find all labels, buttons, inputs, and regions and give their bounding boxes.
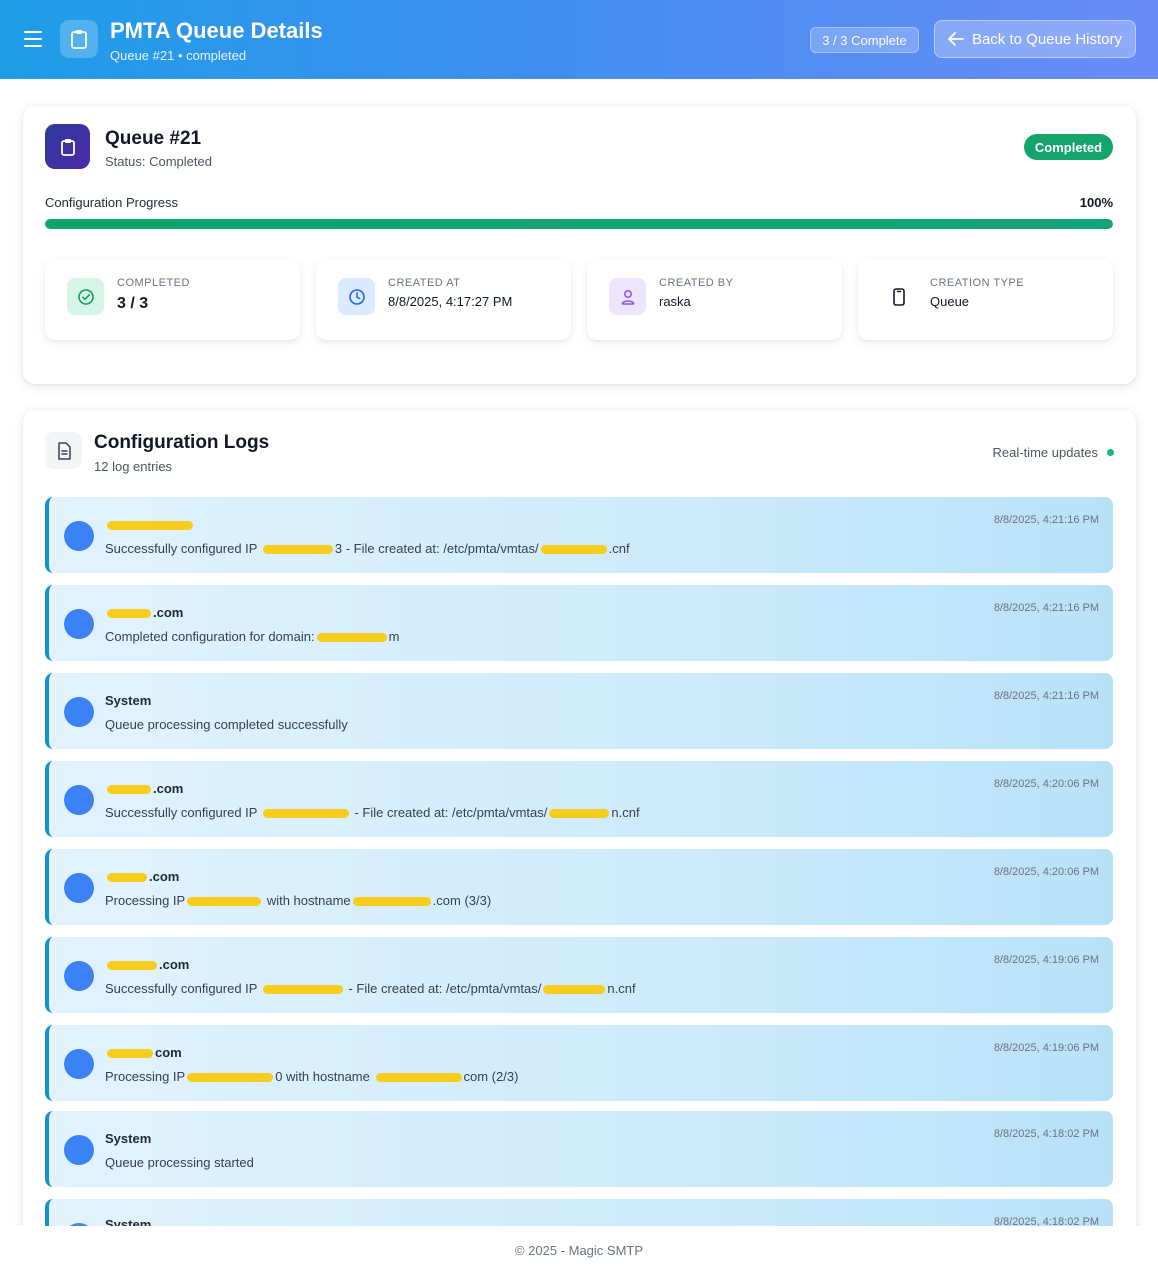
log-title: .com (105, 869, 179, 884)
clipboard-icon (60, 20, 98, 58)
stat-label: CREATED AT (388, 277, 461, 289)
log-entry: System Queue processing completed succes… (45, 673, 1113, 749)
stat-label: CREATED BY (659, 277, 734, 289)
redaction-mark (107, 521, 193, 531)
progress-bar-fill (45, 219, 1113, 229)
logs-title: Configuration Logs (94, 432, 270, 453)
log-title: com (105, 1045, 182, 1060)
log-dot-icon (64, 1049, 94, 1079)
menu-icon[interactable] (24, 31, 42, 47)
check-circle-icon (67, 278, 104, 315)
redaction-mark (107, 961, 157, 971)
log-timestamp: 8/8/2025, 4:19:06 PM (993, 1042, 1099, 1054)
log-entry: .com Completed configuration for domain:… (45, 585, 1113, 661)
progress-percent: 100% (1079, 195, 1113, 210)
redaction-mark (107, 785, 151, 795)
stat-label: CREATION TYPE (930, 277, 1025, 289)
log-dot-icon (64, 609, 94, 639)
live-dot-icon (1107, 449, 1114, 456)
arrow-left-icon (948, 32, 964, 46)
redaction-mark (262, 809, 349, 819)
stat-completed: COMPLETED 3 / 3 (45, 260, 300, 340)
log-message: Processing IP with hostname .com (3/3) (105, 893, 492, 908)
stat-value: Queue (930, 294, 970, 309)
redaction-mark (107, 1049, 153, 1059)
redaction-mark (187, 897, 262, 907)
log-dot-icon (64, 961, 94, 991)
log-timestamp: 8/8/2025, 4:20:06 PM (993, 866, 1099, 878)
log-timestamp: 8/8/2025, 4:20:06 PM (993, 778, 1099, 790)
log-timestamp: 8/8/2025, 4:21:16 PM (993, 602, 1099, 614)
log-dot-icon (64, 785, 94, 815)
clock-icon (338, 278, 375, 315)
redaction-mark (375, 1073, 462, 1083)
log-title: .com (105, 605, 183, 620)
stat-value: 8/8/2025, 4:17:27 PM (388, 294, 513, 309)
back-button-label: Back to Queue History (971, 30, 1123, 48)
clipboard-icon (45, 124, 90, 169)
configuration-logs-card: Configuration Logs 12 log entries Real-t… (23, 410, 1136, 1240)
log-message: Queue processing completed successfully (105, 717, 348, 732)
log-message: Completed configuration for domain: m (105, 629, 400, 644)
phone-icon (880, 278, 917, 315)
log-dot-icon (64, 521, 94, 551)
redaction-mark (262, 545, 333, 555)
realtime-label: Real-time updates (992, 445, 1099, 460)
redaction-mark (543, 985, 606, 995)
back-to-history-button[interactable]: Back to Queue History (934, 20, 1136, 58)
log-title (105, 517, 195, 532)
log-message: Successfully configured IP - File create… (105, 805, 640, 820)
progress-bar (45, 219, 1113, 229)
log-entry: com Processing IP 0 with hostname com (2/… (45, 1025, 1113, 1101)
log-timestamp: 8/8/2025, 4:21:16 PM (993, 514, 1099, 526)
user-icon (609, 278, 646, 315)
stat-value: 3 / 3 (117, 295, 149, 312)
page-title: PMTA Queue Details (110, 18, 323, 43)
logs-count: 12 log entries (94, 459, 173, 474)
page-subtitle: Queue #21 • completed (110, 48, 247, 63)
log-dot-icon (64, 697, 94, 727)
queue-summary-card: Queue #21 Status: Completed Completed Co… (23, 106, 1136, 384)
log-title: .com (105, 781, 183, 796)
log-entry: .com Successfully configured IP - File c… (45, 761, 1113, 837)
log-message: Queue processing started (105, 1155, 254, 1170)
log-entry: .com Successfully configured IP - File c… (45, 937, 1113, 1013)
log-title: System (105, 693, 152, 708)
queue-title: Queue #21 (105, 128, 202, 149)
document-icon (45, 432, 82, 469)
redaction-mark (352, 897, 431, 907)
redaction-mark (316, 633, 387, 643)
footer-copyright: © 2025 - Magic SMTP (514, 1243, 644, 1258)
queue-status: Status: Completed (105, 154, 212, 169)
redaction-mark (107, 609, 151, 619)
log-message: Successfully configured IP 3 - File crea… (105, 541, 630, 556)
log-dot-icon (64, 1135, 94, 1165)
log-title: .com (105, 957, 189, 972)
log-entry: System Queue processing started 8/8/2025… (45, 1111, 1113, 1187)
log-message: Successfully configured IP - File create… (105, 981, 636, 996)
log-dot-icon (64, 873, 94, 903)
redaction-mark (549, 809, 610, 819)
log-message: Processing IP 0 with hostname com (2/3) (105, 1069, 519, 1084)
redaction-mark (187, 1073, 274, 1083)
stat-created-at: CREATED AT 8/8/2025, 4:17:27 PM (316, 260, 571, 340)
realtime-indicator: Real-time updates (992, 445, 1114, 460)
log-timestamp: 8/8/2025, 4:21:16 PM (993, 690, 1099, 702)
log-title: System (105, 1131, 152, 1146)
stat-value: raska (659, 294, 691, 309)
log-entry: Successfully configured IP 3 - File crea… (45, 497, 1113, 573)
redaction-mark (107, 873, 147, 883)
progress-pill: 3 / 3 Complete (810, 27, 919, 53)
progress-label: Configuration Progress (45, 195, 178, 210)
top-header: PMTA Queue Details Queue #21 • completed… (0, 0, 1158, 79)
status-badge: Completed (1024, 134, 1113, 160)
redaction-mark (540, 545, 607, 555)
log-timestamp: 8/8/2025, 4:19:06 PM (993, 954, 1099, 966)
stat-label: COMPLETED (117, 277, 190, 289)
redaction-mark (262, 985, 343, 995)
stat-created-by: CREATED BY raska (587, 260, 842, 340)
log-timestamp: 8/8/2025, 4:18:02 PM (993, 1128, 1099, 1140)
stat-creation-type: CREATION TYPE Queue (858, 260, 1113, 340)
log-entry: .com Processing IP with hostname .com (3/… (45, 849, 1113, 925)
